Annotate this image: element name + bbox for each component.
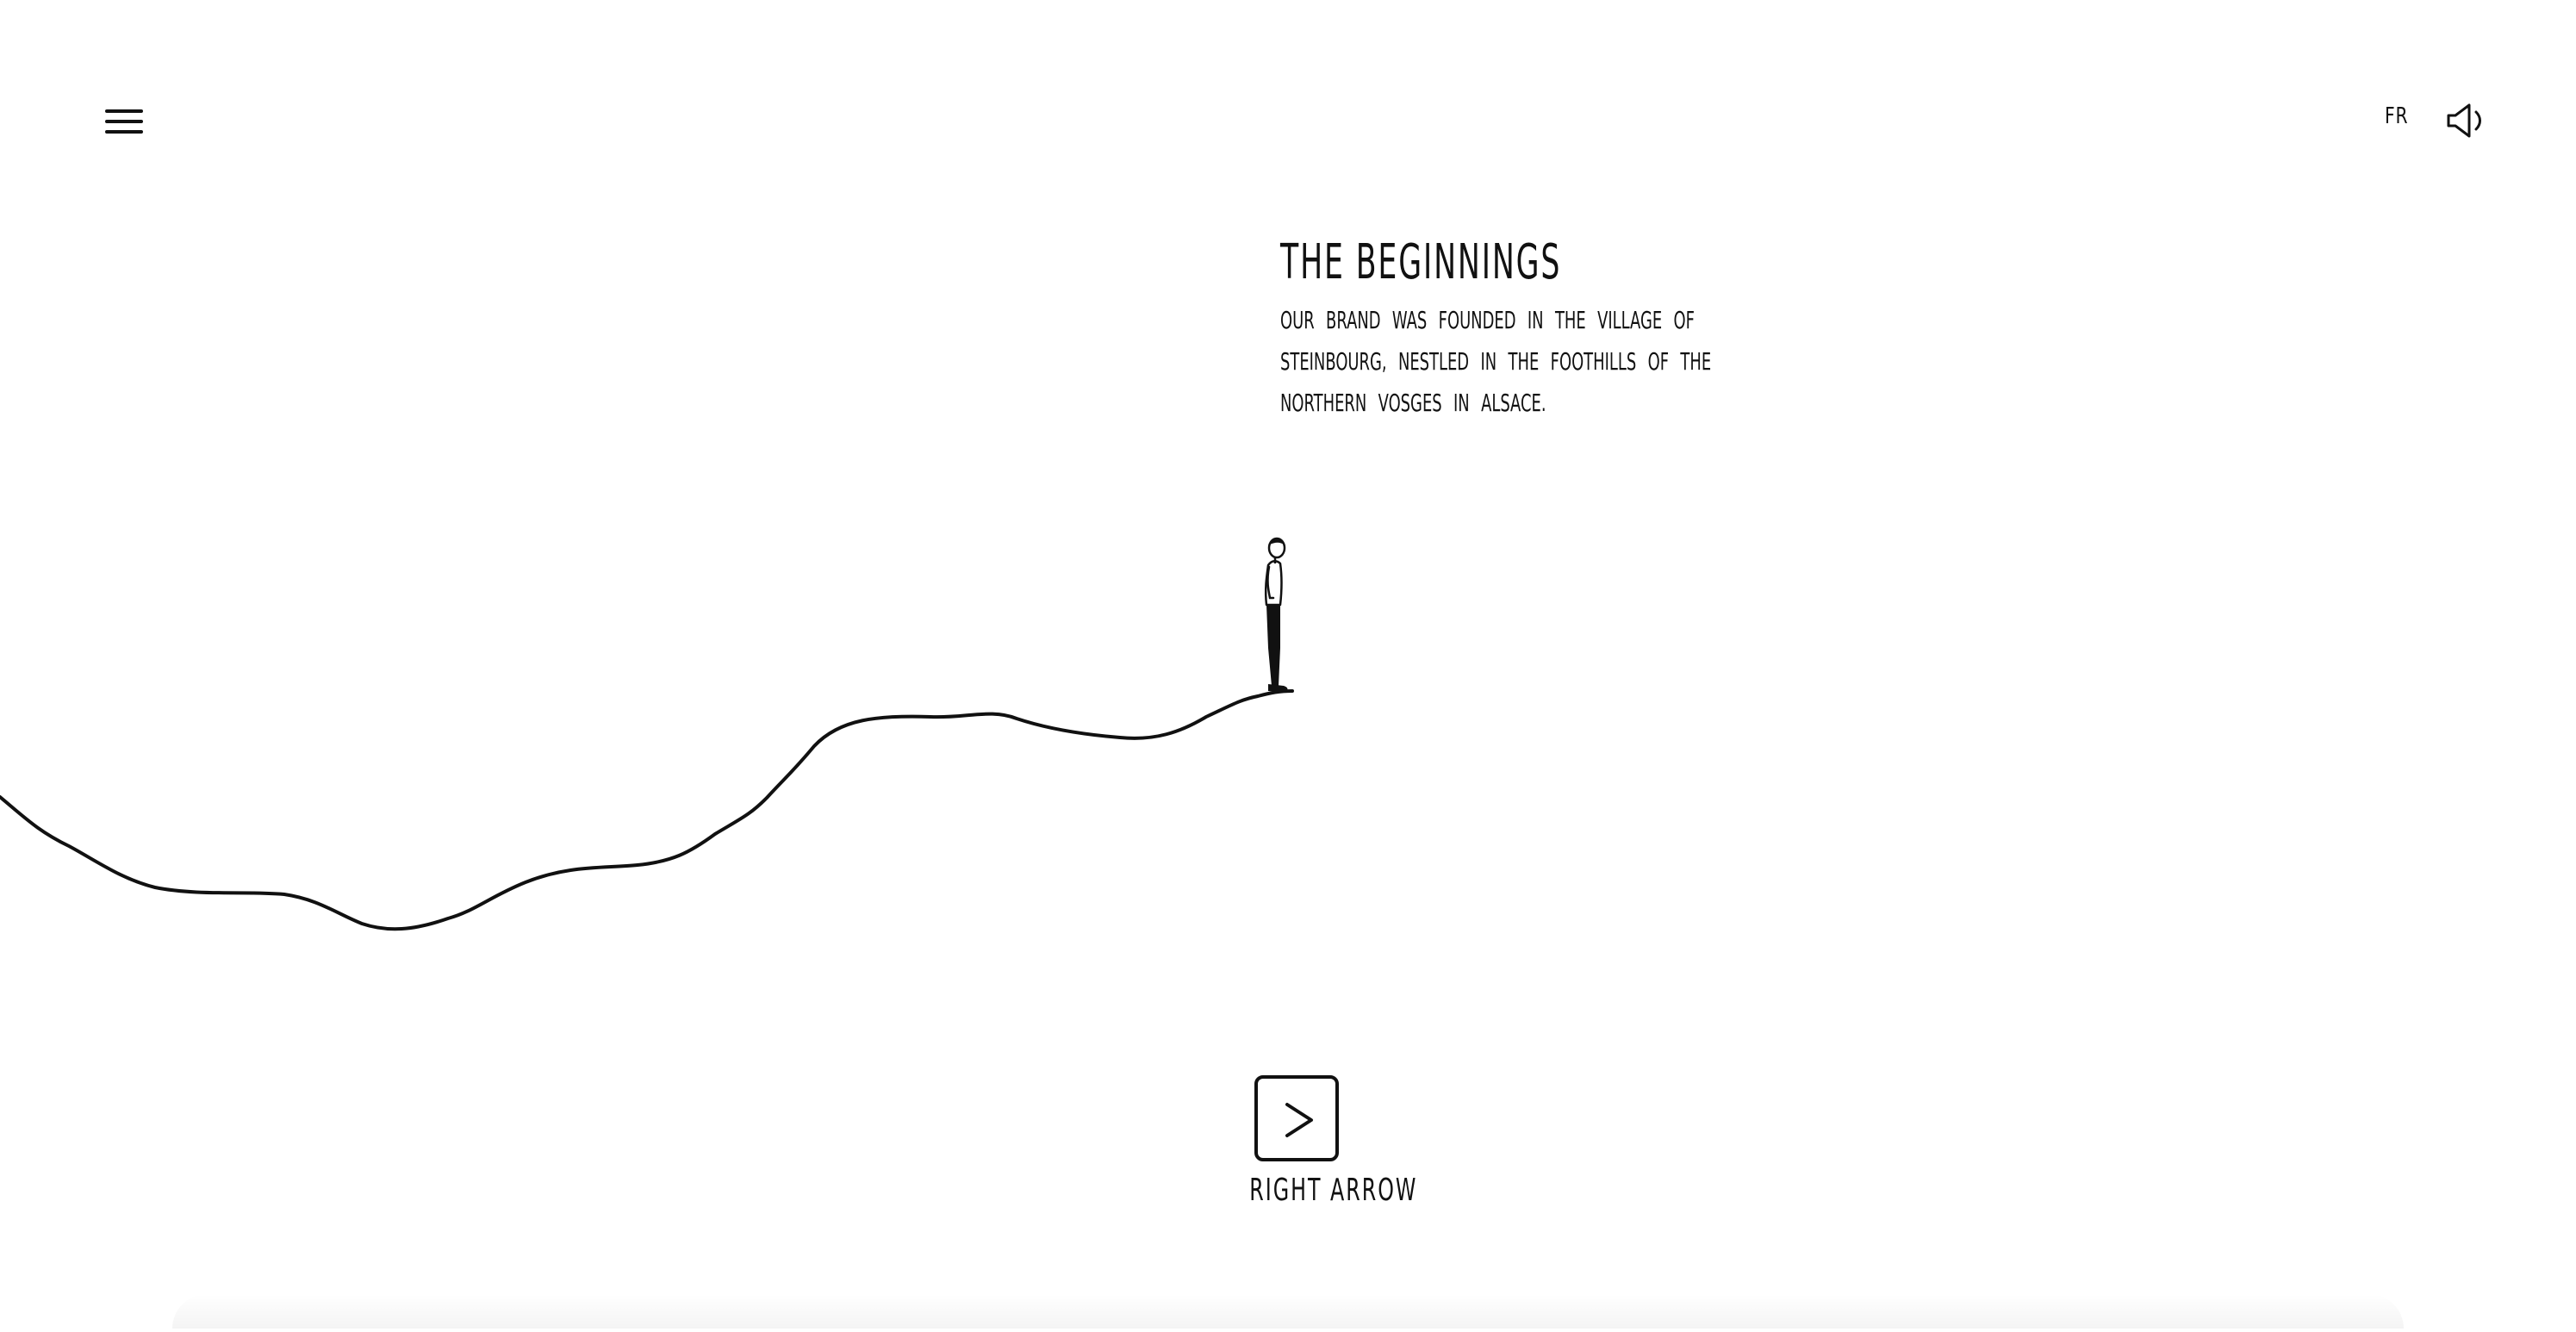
menu-button[interactable] <box>105 107 143 136</box>
story-title: THE BEGINNINGS <box>1280 234 1562 290</box>
next-arrow-button[interactable] <box>1254 1075 1339 1161</box>
hamburger-menu-icon-line <box>105 120 143 123</box>
standing-man-figure <box>1264 537 1288 692</box>
speaker-sound-icon <box>2447 103 2481 138</box>
hamburger-menu-icon-line <box>105 130 143 134</box>
story-panel: THE BEGINNINGS OUR BRAND WAS FOUNDED IN … <box>1280 233 1789 424</box>
hamburger-menu-icon <box>105 109 143 113</box>
story-body: OUR BRAND WAS FOUNDED IN THE VILLAGE OF … <box>1280 306 1712 417</box>
bottom-panel-edge <box>172 1294 2404 1329</box>
chevron-right-icon <box>1285 1103 1313 1137</box>
language-toggle[interactable]: FR <box>2385 103 2408 129</box>
next-arrow-label: RIGHT ARROW <box>1249 1173 1418 1208</box>
sound-button[interactable] <box>2445 100 2486 141</box>
hill-ridge-line <box>0 689 1294 931</box>
next-control: RIGHT ARROW <box>1206 1075 1416 1208</box>
